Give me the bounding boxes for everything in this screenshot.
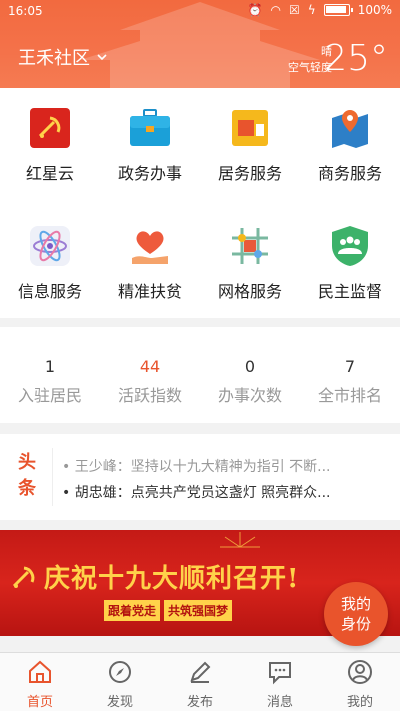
- stats-panel: 1 入驻居民 44 活跃指数 0 办事次数 7 全市排名: [0, 327, 400, 423]
- service-grid-network[interactable]: 网格服务: [200, 206, 300, 316]
- atom-icon: [30, 226, 70, 266]
- service-label: 居务服务: [217, 164, 282, 183]
- status-time: 16:05: [8, 4, 43, 18]
- stat-ranking[interactable]: 7 全市排名: [300, 357, 400, 406]
- divider: [52, 448, 53, 506]
- service-label: 网格服务: [217, 282, 282, 301]
- stat-services[interactable]: 0 办事次数: [200, 357, 300, 406]
- stat-value: 1: [44, 357, 56, 376]
- tab-bar: 首页 发现 发布 消息 我的: [0, 652, 400, 711]
- charge-icon: ϟ: [307, 3, 316, 17]
- stat-activity[interactable]: 44 活跃指数: [100, 357, 200, 406]
- heart-hand-icon: [132, 231, 168, 264]
- service-label: 红星云: [25, 164, 74, 183]
- message-icon: [269, 662, 291, 685]
- service-information[interactable]: 信息服务: [0, 206, 100, 316]
- my-identity-button[interactable]: 我的 身份: [324, 582, 388, 646]
- tab-label: 我的: [346, 695, 373, 710]
- service-hongxingyun[interactable]: 红星云: [0, 88, 100, 198]
- temperature: 25°: [324, 38, 388, 79]
- service-label: 精准扶贫: [117, 282, 182, 301]
- stat-residents[interactable]: 1 入驻居民: [0, 357, 100, 406]
- wifi-icon: ◠: [270, 3, 281, 17]
- tab-me[interactable]: 我的: [320, 653, 400, 711]
- headline-tag-line2: 条: [18, 478, 36, 499]
- tab-home[interactable]: 首页: [0, 653, 80, 711]
- status-icons: ⏰ ◠ ☒ ϟ 100%: [248, 3, 392, 17]
- stat-value: 44: [139, 357, 161, 376]
- headline-item[interactable]: • 王少峰：坚持以十九大精神为指引 不断...: [62, 456, 392, 476]
- headlines-panel: 头 条 • 王少峰：坚持以十九大精神为指引 不断... • 胡忠雄：点亮共产党员…: [0, 434, 400, 520]
- headline-tag: 头 条: [14, 450, 40, 502]
- battery-icon: [323, 4, 353, 16]
- party-emblem-icon: [12, 566, 35, 588]
- tab-label: 发现: [106, 695, 133, 710]
- headline-tag-line1: 头: [18, 452, 36, 473]
- tab-discover[interactable]: 发现: [80, 653, 160, 711]
- service-label: 信息服务: [17, 282, 82, 301]
- grid-network-icon: [232, 228, 268, 264]
- service-democratic[interactable]: 民主监督: [300, 206, 400, 316]
- community-name: 王禾社区: [18, 48, 90, 69]
- badge-line2: 身份: [340, 615, 371, 633]
- header: 16:05 ⏰ ◠ ☒ ϟ 100% 王禾社区 晴 空气轻度 25°: [0, 0, 400, 88]
- map-pin-icon: [332, 110, 368, 148]
- community-selector[interactable]: 王禾社区: [18, 44, 108, 70]
- pen-icon: [190, 661, 211, 683]
- party-flag-icon: [30, 108, 70, 148]
- banner-title: 庆祝十九大顺利召开!: [44, 564, 300, 594]
- compass-icon: [109, 661, 131, 683]
- sim-icon: ☒: [289, 3, 300, 17]
- home-icon: [29, 660, 51, 683]
- stat-label: 办事次数: [217, 386, 282, 405]
- service-poverty[interactable]: 精准扶贫: [100, 206, 200, 316]
- stat-label: 全市排名: [317, 386, 382, 405]
- service-label: 民主监督: [317, 282, 382, 301]
- service-label: 政务办事: [117, 164, 182, 183]
- briefcase-icon: [130, 109, 170, 146]
- battery-percent: 100%: [357, 3, 392, 17]
- tab-messages[interactable]: 消息: [240, 653, 320, 711]
- stat-value: 7: [344, 357, 356, 376]
- headline-item[interactable]: • 胡忠雄：点亮共产党员这盏灯 照亮群众...: [62, 482, 392, 502]
- folder-icon: [232, 110, 268, 146]
- chevron-down-icon: [97, 54, 107, 61]
- tab-publish[interactable]: 发布: [160, 653, 240, 711]
- user-icon: [348, 660, 372, 684]
- status-bar: 16:05 ⏰ ◠ ☒ ϟ 100%: [0, 0, 400, 24]
- service-residence[interactable]: 居务服务: [200, 88, 300, 198]
- stat-label: 入驻居民: [17, 386, 82, 405]
- banner-subtitle-part: 共筑强国梦: [164, 600, 233, 621]
- stat-value: 0: [244, 357, 256, 376]
- service-grid: 红星云 政务办事 居务服务 商务服务 信息服务 精准扶贫 网格服务 民主监督: [0, 88, 400, 318]
- banner-subtitle-part: 跟着党走: [104, 600, 161, 621]
- badge-line1: 我的: [340, 595, 371, 613]
- tab-label: 消息: [266, 695, 293, 710]
- service-government[interactable]: 政务办事: [100, 88, 200, 198]
- service-business[interactable]: 商务服务: [300, 88, 400, 198]
- stat-label: 活跃指数: [117, 386, 182, 405]
- shield-people-icon: [332, 226, 368, 266]
- banner-subtitle: 跟着党走 共筑强国梦: [104, 600, 233, 621]
- tab-label: 首页: [26, 695, 53, 710]
- service-label: 商务服务: [317, 164, 382, 183]
- alarm-icon: ⏰: [247, 3, 263, 17]
- tab-label: 发布: [186, 695, 213, 710]
